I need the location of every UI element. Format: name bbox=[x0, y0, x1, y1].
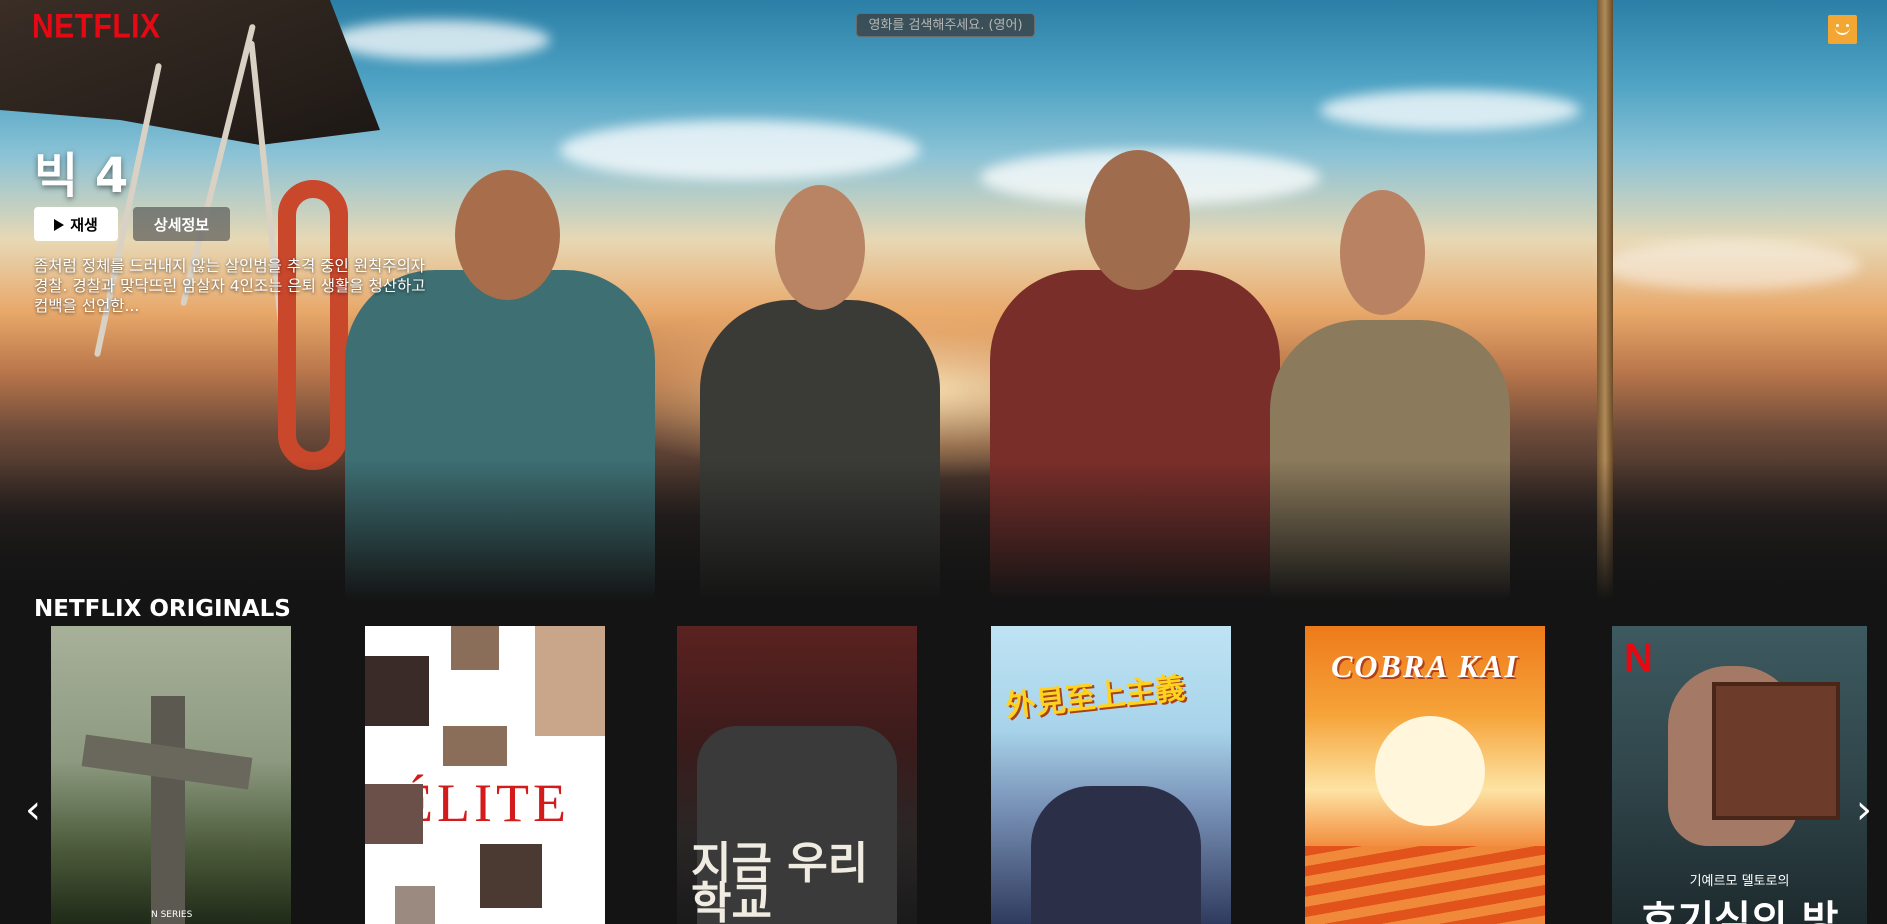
all-of-us-are-dead-poster[interactable]: 지금 우리 학교 bbox=[677, 626, 917, 924]
play-button[interactable]: 재생 bbox=[34, 207, 118, 241]
cabinet-subtitle: 기예르모 델토로의 bbox=[1689, 874, 1790, 889]
hero-title: 빅 4 bbox=[34, 148, 129, 204]
cobra-kai-title: COBRA KAI bbox=[1331, 648, 1519, 684]
play-icon bbox=[54, 218, 65, 231]
row-title: NETFLIX ORIGINALS bbox=[34, 596, 291, 622]
netflix-n-icon: N bbox=[1624, 636, 1653, 680]
lookism-poster[interactable]: 外見至上主義 bbox=[991, 626, 1231, 924]
lookism-title: 外見至上主義 bbox=[1004, 670, 1187, 725]
hero-description: 좀처럼 정체를 드러내지 않는 살인범을 추격 중인 원칙주의자 경찰. 경찰과… bbox=[34, 257, 426, 315]
search-input[interactable] bbox=[856, 13, 1035, 37]
chevron-left-icon[interactable]: ‹ bbox=[25, 790, 41, 830]
elite-poster[interactable]: ÉLITE bbox=[365, 626, 605, 924]
smiley-avatar-icon[interactable] bbox=[1828, 15, 1857, 44]
more-info-button[interactable]: 상세정보 bbox=[133, 207, 230, 241]
cabinet-title: 호기심의 방 bbox=[1640, 898, 1839, 924]
all-of-us-are-dead-title: 지금 우리 학교 bbox=[691, 838, 869, 924]
cross-poster[interactable]: N SERIES bbox=[51, 626, 291, 924]
netflix-logo[interactable]: NETFLIX bbox=[32, 7, 161, 46]
lifebuoy-shape bbox=[278, 180, 348, 470]
cobra-kai-poster[interactable]: COBRA KAI bbox=[1305, 626, 1545, 924]
chevron-right-icon[interactable]: › bbox=[1856, 790, 1872, 830]
cabinet-of-curiosities-poster[interactable]: N 기예르모 델토로의 호기심의 방 bbox=[1612, 626, 1867, 924]
play-button-label: 재생 bbox=[70, 215, 98, 234]
more-info-label: 상세정보 bbox=[153, 215, 210, 234]
